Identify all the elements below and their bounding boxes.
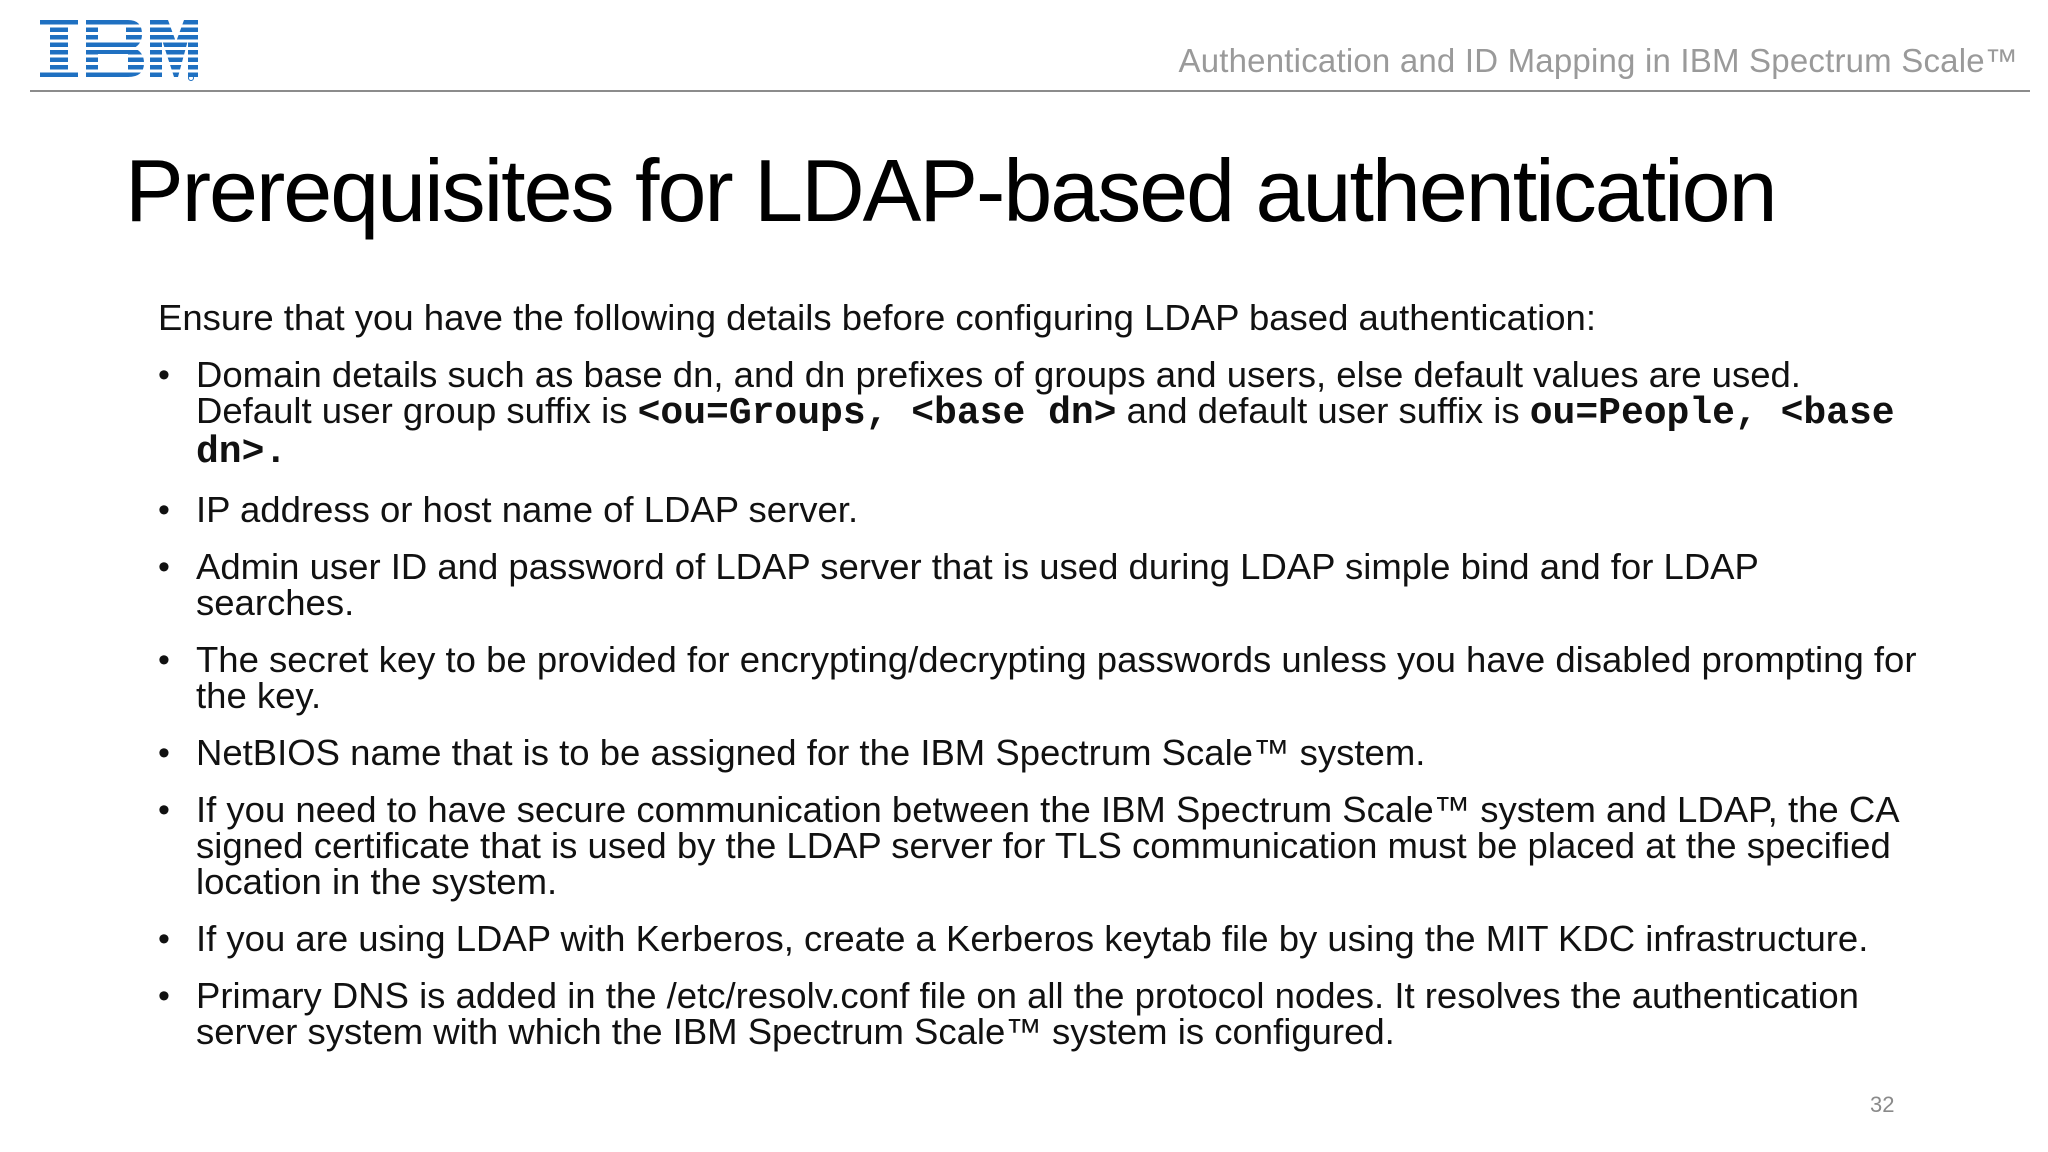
list-item: • NetBIOS name that is to be assigned fo… [158,732,1918,773]
bullet-text: and default user suffix is [1116,390,1530,431]
list-item: • Admin user ID and password of LDAP ser… [158,546,1918,623]
slide-content: Ensure that you have the following detai… [158,297,1918,1071]
bullet-text: The secret key to be provided for encryp… [196,639,1917,716]
prerequisites-list: • Domain details such as base dn, and dn… [158,356,1918,1052]
bullet-text: NetBIOS name that is to be assigned for … [196,732,1426,773]
bullet-icon: • [158,356,170,394]
bullet-text: IP address or host name of LDAP server. [196,489,859,530]
bullet-text: Primary DNS is added in the /etc/resolv.… [196,975,1859,1052]
page-title: Prerequisites for LDAP-based authenticat… [125,141,1778,240]
list-item: • If you need to have secure communicati… [158,789,1918,902]
bullet-icon: • [158,491,170,529]
list-item: • If you are using LDAP with Kerberos, c… [158,918,1918,959]
bullet-text: Admin user ID and password of LDAP serve… [196,546,1759,623]
bullet-text: If you are using LDAP with Kerberos, cre… [196,918,1869,959]
bullet-icon: • [158,734,170,772]
bullet-icon: • [158,791,170,829]
bullet-icon: • [158,548,170,586]
ibm-logo [40,20,198,81]
list-item: • IP address or host name of LDAP server… [158,489,1918,530]
intro-text: Ensure that you have the following detai… [158,297,1596,338]
list-item: • Primary DNS is added in the /etc/resol… [158,975,1918,1052]
slide: Authentication and ID Mapping in IBM Spe… [0,0,2048,1152]
bullet-icon: • [158,641,170,679]
bullet-text: If you need to have secure communication… [196,789,1898,902]
bullet-icon: • [158,977,170,1015]
list-item: • Domain details such as base dn, and dn… [158,356,1918,471]
header-title: Authentication and ID Mapping in IBM Spe… [1178,42,2018,79]
bullet-icon: • [158,920,170,958]
code-group-suffix: <ou=Groups, <base dn> [637,392,1117,435]
page-number: 32 [1870,1092,1895,1117]
header-divider [30,90,2030,92]
list-item: • The secret key to be provided for encr… [158,639,1918,716]
